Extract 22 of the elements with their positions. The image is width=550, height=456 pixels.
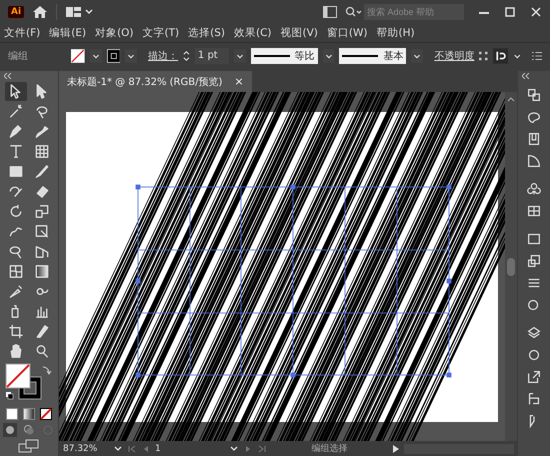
profile-dropdown[interactable]: 等比	[250, 48, 318, 64]
menu-item[interactable]: 对象(O)	[95, 26, 134, 40]
search-field[interactable]: 搜索 Adobe 帮助	[364, 4, 464, 20]
menu-item[interactable]: 窗口(W)	[326, 26, 368, 40]
artboard-field[interactable]: 1	[155, 444, 225, 454]
selection-label: 编组	[8, 50, 28, 63]
brush-dropdown[interactable]: 基本	[339, 48, 406, 64]
menu-item[interactable]: 文字(T)	[142, 26, 180, 40]
stroke-label[interactable]: 描边：	[148, 49, 178, 63]
stroke-weight-field[interactable]: 1 pt	[194, 48, 229, 64]
current-tool-label: 编组选择	[312, 442, 348, 455]
menu-item[interactable]: 编辑(E)	[49, 26, 86, 40]
menu-item[interactable]: 效果(C)	[234, 26, 272, 40]
menu-item[interactable]: 帮助(H)	[376, 26, 415, 40]
document-tab[interactable]: 未标题-1* @ 87.32% (RGB/预览) ×	[59, 71, 252, 92]
opacity-label[interactable]: 不透明度	[434, 49, 474, 63]
tab-close-button[interactable]: ×	[234, 75, 244, 88]
zoom-field[interactable]: 87.32%	[63, 444, 109, 454]
menu-item[interactable]: 选择(S)	[188, 26, 225, 40]
app-logo: Ai	[8, 6, 24, 18]
menu-item[interactable]: 文件(F)	[4, 26, 40, 40]
menu-item[interactable]: 视图(V)	[280, 26, 318, 40]
